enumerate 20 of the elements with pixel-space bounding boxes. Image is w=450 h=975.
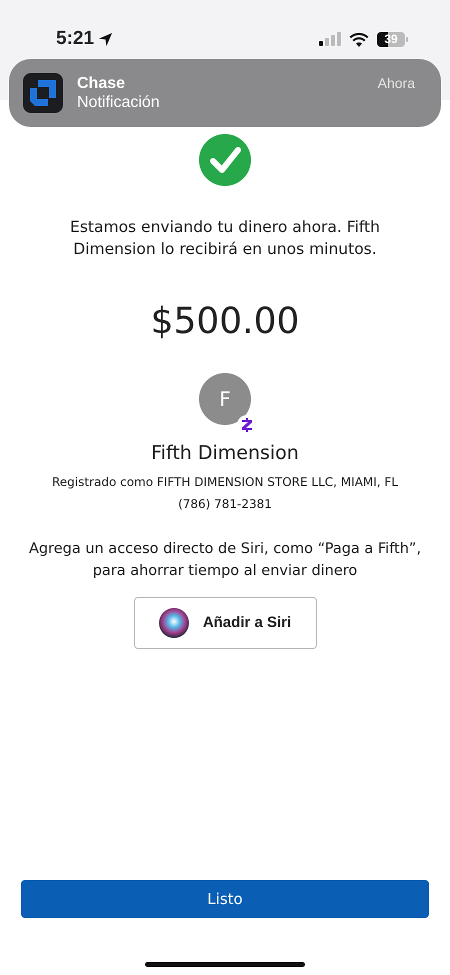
add-to-siri-button[interactable]: Añadir a Siri bbox=[134, 596, 316, 649]
signal-icon bbox=[319, 32, 341, 46]
phone-number: (786) 781-2381 bbox=[177, 496, 273, 514]
app-icon bbox=[23, 73, 63, 113]
notification-banner[interactable]: Chase Notificación Ahora bbox=[9, 59, 441, 127]
amount: $500.00 bbox=[150, 300, 300, 344]
notification-title: Chase bbox=[77, 74, 126, 93]
checkmark-icon bbox=[199, 134, 251, 186]
siri-prompt: Agrega un acceso directo de Siri, como “Paga a Fifth”, para ahorrar tiempo al enviar dinero bbox=[28, 540, 422, 582]
location-arrow-icon bbox=[98, 32, 114, 46]
registered-name: Registrado como FIFTH DIMENSION STORE LLC, MIAMI, FL bbox=[50, 474, 400, 492]
notification-text: Notificación bbox=[77, 93, 160, 112]
avatar: F bbox=[199, 372, 251, 425]
notification-time: Ahora bbox=[378, 74, 415, 93]
wifi-icon bbox=[349, 32, 369, 46]
done-button[interactable]: Listo bbox=[21, 880, 429, 918]
status-time: 5:21 bbox=[56, 26, 94, 51]
recipient-name: Fifth Dimension bbox=[150, 440, 300, 466]
siri-icon bbox=[158, 608, 189, 638]
confirmation-message: Estamos enviando tu dinero ahora. Fifth Dimension lo recibirá en unos minutos. bbox=[69, 217, 381, 260]
